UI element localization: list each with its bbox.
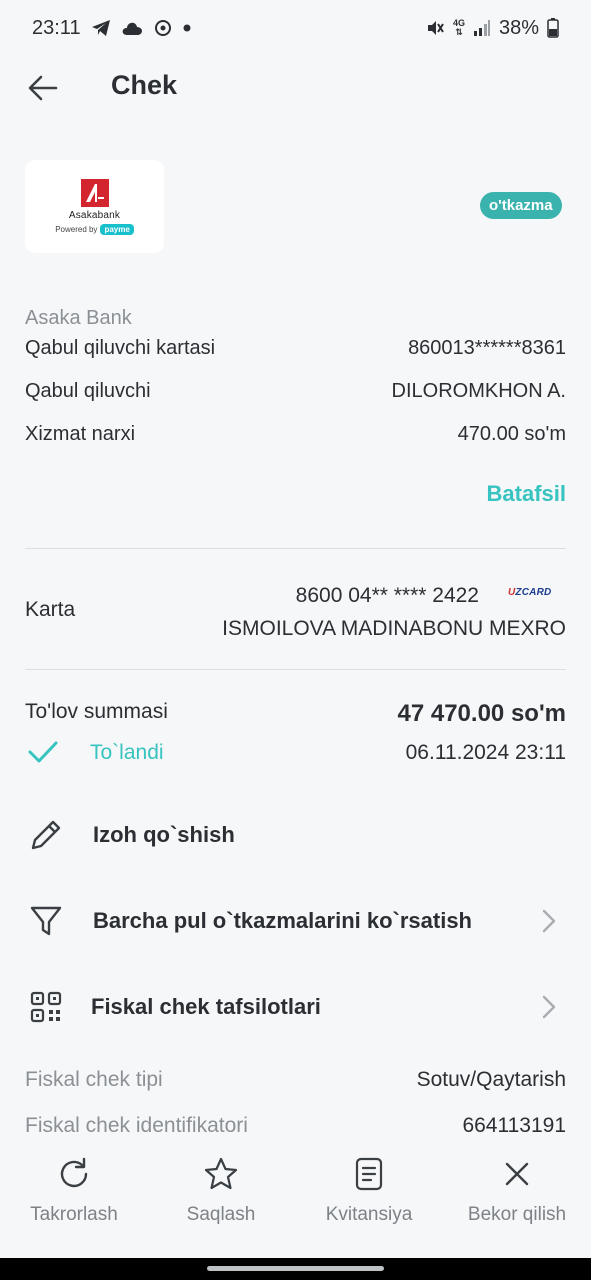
detail-label: Qabul qiluvchi bbox=[25, 380, 151, 402]
detail-row-recipient: Qabul qiluvchi DILOROMKHON A. bbox=[25, 380, 566, 403]
payment-datetime: 06.11.2024 23:11 bbox=[405, 741, 566, 764]
fiscal-label: Fiskal chek tipi bbox=[25, 1068, 163, 1091]
card-holder-name: ISMOILOVA MADINABONU MEXRO bbox=[222, 617, 566, 640]
cancel-button[interactable]: Bekor qilish bbox=[443, 1154, 591, 1226]
fiscal-row-type: Fiskal chek tipi Sotuv/Qaytarish bbox=[25, 1068, 566, 1092]
bottom-action-bar: Takrorlash Saqlash Kvitansiya Bekor qili… bbox=[0, 1140, 591, 1258]
back-button[interactable] bbox=[22, 68, 64, 108]
card-number: 8600 04** **** 2422 bbox=[295, 584, 479, 607]
divider bbox=[25, 669, 566, 670]
cloud-icon bbox=[121, 20, 143, 36]
powered-by: Powered by payme bbox=[55, 223, 134, 235]
bottom-label: Kvitansiya bbox=[325, 1204, 413, 1225]
action-label: Fiskal chek tafsilotlari bbox=[91, 994, 321, 1019]
powered-by-text: Powered by bbox=[55, 224, 98, 234]
divider bbox=[25, 548, 566, 549]
check-icon bbox=[28, 741, 58, 763]
chevron-right-icon bbox=[542, 909, 556, 933]
card-label: Karta bbox=[25, 598, 76, 621]
details-link[interactable]: Batafsil bbox=[487, 481, 566, 507]
bank-name: Asaka Bank bbox=[25, 307, 132, 329]
receipt-button[interactable]: Kvitansiya bbox=[295, 1154, 443, 1226]
notification-dot-icon bbox=[183, 24, 191, 32]
asakabank-logo-icon bbox=[80, 178, 109, 207]
fiscal-receipt-details-button[interactable]: Fiskal chek tafsilotlari bbox=[25, 982, 566, 1032]
payme-logo: payme bbox=[100, 223, 134, 235]
battery-icon bbox=[547, 18, 559, 38]
home-gesture-handle[interactable] bbox=[207, 1266, 384, 1271]
mute-icon bbox=[425, 18, 445, 38]
status-bar: 23:11 4G ⇅ 38% bbox=[0, 0, 591, 56]
page-title: Chek bbox=[111, 70, 178, 100]
bottom-label: Bekor qilish bbox=[467, 1204, 567, 1225]
bottom-label: Saqlash bbox=[186, 1204, 256, 1225]
uzcard-logo: UZCARD bbox=[508, 587, 551, 598]
arrows-updown-icon: ⇅ bbox=[455, 27, 463, 37]
star-icon bbox=[201, 1154, 241, 1194]
sync-icon bbox=[153, 18, 173, 38]
status-time: 23:11 bbox=[32, 16, 81, 39]
logo-bank-name: Asakabank bbox=[68, 209, 121, 221]
amount-value: 47 470.00 so'm bbox=[397, 700, 567, 727]
add-comment-button[interactable]: Izoh qo`shish bbox=[25, 810, 566, 860]
detail-label: Xizmat narxi bbox=[25, 423, 136, 445]
detail-row-service-fee: Xizmat narxi 470.00 so'm bbox=[25, 423, 566, 446]
fiscal-value: 664113191 bbox=[462, 1114, 566, 1132]
detail-label: Qabul qiluvchi kartasi bbox=[25, 337, 216, 359]
battery-percent: 38% bbox=[498, 16, 539, 39]
repeat-button[interactable]: Takrorlash bbox=[0, 1154, 148, 1226]
action-label: Barcha pul o`tkazmalarini ko`rsatish bbox=[93, 908, 472, 933]
close-icon bbox=[497, 1154, 537, 1194]
chevron-right-icon bbox=[542, 995, 556, 1019]
detail-row-recipient-card: Qabul qiluvchi kartasi 860013******8361 bbox=[25, 337, 566, 360]
fiscal-label: Fiskal chek identifikatori bbox=[25, 1114, 248, 1132]
detail-value: DILOROMKHON A. bbox=[391, 380, 566, 402]
detail-value: 470.00 so'm bbox=[457, 423, 566, 445]
transaction-type-badge: o'tkazma bbox=[480, 192, 562, 219]
filter-icon bbox=[25, 900, 67, 942]
save-button[interactable]: Saqlash bbox=[147, 1154, 295, 1226]
signal-icon bbox=[473, 19, 491, 37]
uzcard-logo-rest: ZCARD bbox=[515, 587, 552, 598]
amount-label: To'lov summasi bbox=[25, 700, 168, 723]
pencil-icon bbox=[25, 814, 67, 856]
arrow-left-icon bbox=[28, 75, 58, 101]
fiscal-details-scroll[interactable]: Fiskal chek tipi Sotuv/Qaytarish Fiskal … bbox=[0, 1060, 591, 1132]
payment-status: To`landi bbox=[90, 741, 164, 764]
fiscal-row-id: Fiskal chek identifikatori 664113191 bbox=[25, 1114, 566, 1132]
bottom-label: Takrorlash bbox=[30, 1204, 118, 1225]
merchant-logo: Asakabank Powered by payme bbox=[25, 160, 164, 253]
network-4g-icon: 4G ⇅ bbox=[453, 19, 465, 37]
system-navigation-bar bbox=[0, 1258, 591, 1280]
telegram-icon bbox=[91, 19, 111, 37]
qr-code-icon bbox=[25, 986, 67, 1028]
refresh-icon bbox=[54, 1154, 94, 1194]
fiscal-value: Sotuv/Qaytarish bbox=[416, 1068, 566, 1091]
top-app-bar: Chek bbox=[0, 56, 591, 120]
action-label: Izoh qo`shish bbox=[93, 822, 235, 847]
show-all-transfers-button[interactable]: Barcha pul o`tkazmalarini ko`rsatish bbox=[25, 896, 566, 946]
receipt-icon bbox=[349, 1154, 389, 1194]
detail-value: 860013******8361 bbox=[408, 337, 566, 359]
